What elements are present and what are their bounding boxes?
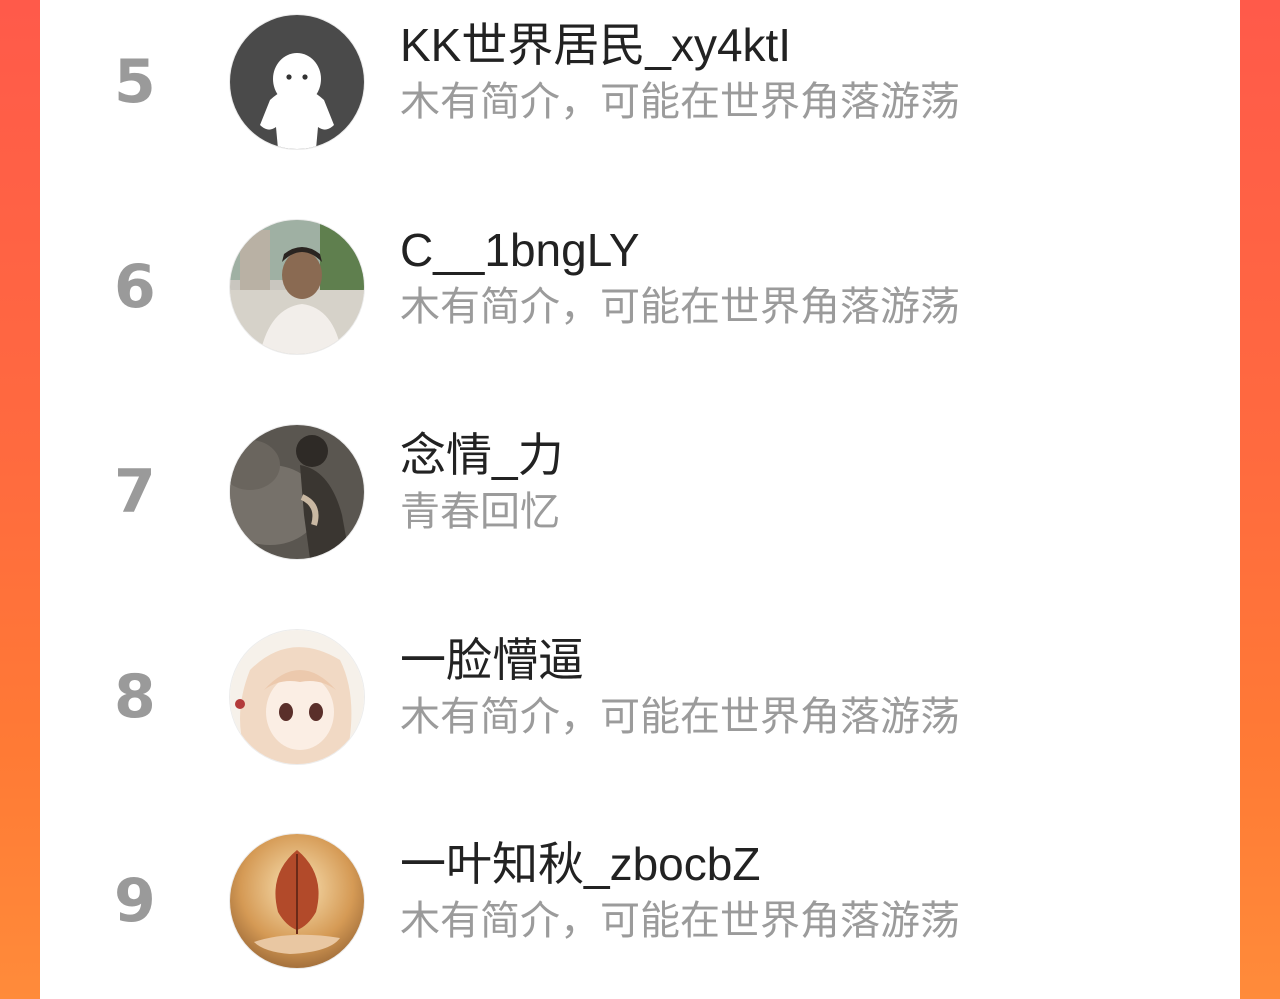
avatar[interactable] <box>230 425 364 559</box>
ranking-row[interactable]: 8 一脸懵逼 木有简介，可能在世界角落游荡 <box>40 622 1240 772</box>
leaf-in-hand-avatar-icon <box>230 834 364 968</box>
anime-girl-avatar-icon <box>230 630 364 764</box>
rank-number: 5 <box>114 47 156 117</box>
user-bio: 木有简介，可能在世界角落游荡 <box>400 899 960 943</box>
user-name[interactable]: C__1bngLY <box>400 222 640 278</box>
man-photo-avatar-icon <box>230 220 364 354</box>
avatar[interactable] <box>230 220 364 354</box>
sitting-person-photo-avatar-icon <box>230 425 364 559</box>
avatar[interactable] <box>230 630 364 764</box>
avatar[interactable] <box>230 15 364 149</box>
ranking-row[interactable]: 5 KK世界居民_xy4ktI 木有简介，可能在世界角落游荡 <box>40 7 1240 157</box>
ranking-row[interactable]: 7 念情_力 青春回忆 <box>40 417 1240 567</box>
rank-number: 8 <box>114 662 156 732</box>
rank-number: 6 <box>114 252 156 322</box>
user-bio: 木有简介，可能在世界角落游荡 <box>400 285 960 329</box>
ranking-row[interactable]: 6 C__1bngLY 木有简介，可能在世界角落游荡 <box>40 212 1240 362</box>
user-name[interactable]: KK世界居民_xy4ktI <box>400 17 791 73</box>
avatar[interactable] <box>230 834 364 968</box>
ranking-list-panel: 5 KK世界居民_xy4ktI 木有简介，可能在世界角落游荡 6 C__1bng… <box>40 0 1240 999</box>
ranking-row[interactable]: 9 一叶知秋_zbocbZ 木有简介，可能在世界角落游荡 <box>40 826 1240 976</box>
user-bio: 木有简介，可能在世界角落游荡 <box>400 695 960 739</box>
rank-number: 7 <box>114 457 156 527</box>
user-bio: 青春回忆 <box>400 490 560 534</box>
user-name[interactable]: 一叶知秋_zbocbZ <box>400 836 760 892</box>
user-bio: 木有简介，可能在世界角落游荡 <box>400 80 960 124</box>
default-ghost-avatar-icon <box>230 15 364 149</box>
rank-number: 9 <box>114 866 156 936</box>
user-name[interactable]: 一脸懵逼 <box>400 632 584 688</box>
user-name[interactable]: 念情_力 <box>400 427 564 483</box>
